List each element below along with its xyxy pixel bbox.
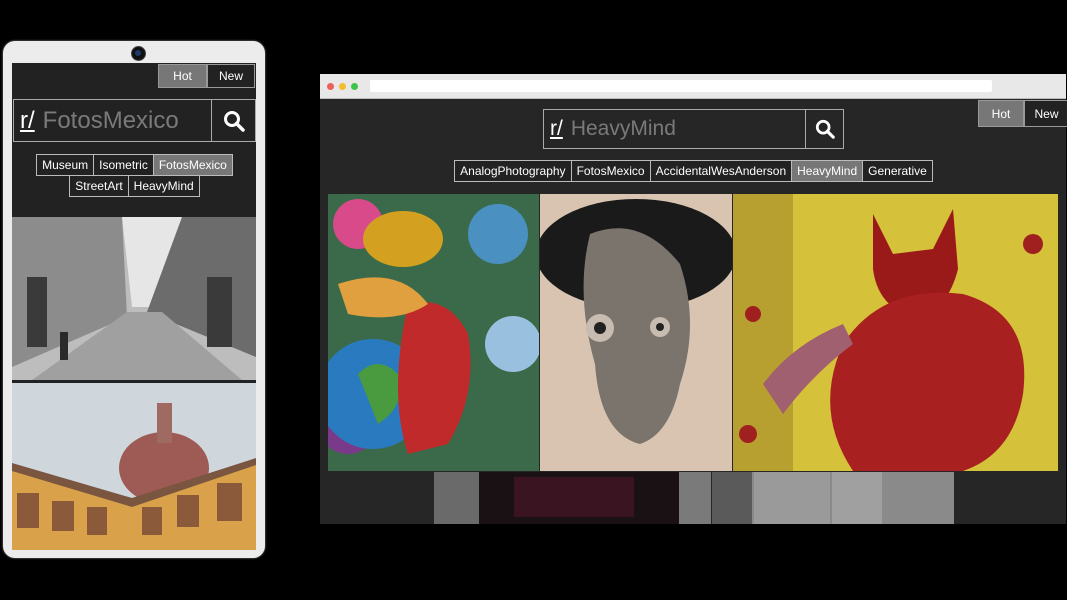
desktop-sort-toggle: Hot New [978,100,1067,127]
photo-cathedral[interactable] [12,383,256,550]
subreddit-prefix: r/ [550,117,563,140]
desktop-search-box: r/ HeavyMind [543,109,844,149]
mobile-chip-heavymind[interactable]: HeavyMind [127,175,200,197]
mobile-chip-fotosmexico[interactable]: FotosMexico [152,154,233,176]
desktop-chip-accidentalwesanderson[interactable]: AccidentalWesAnderson [649,160,793,182]
desktop-search-button[interactable] [806,110,843,148]
browser-window: Hot New r/ HeavyMind AnalogPhotography F… [320,74,1067,524]
subreddit-prefix: r/ [20,106,35,134]
search-icon [223,110,245,132]
mobile-chip-isometric[interactable]: Isometric [93,154,154,176]
photo-street[interactable] [12,217,256,380]
camera-icon [131,46,146,61]
desktop-chip-generative[interactable]: Generative [862,160,933,182]
gallery-image-earth-head[interactable] [328,194,539,471]
mobile-chip-museum[interactable]: Museum [36,154,95,176]
desktop-chip-heavymind[interactable]: HeavyMind [791,160,864,182]
address-bar[interactable] [370,80,992,92]
desktop-search-input[interactable]: r/ HeavyMind [544,110,806,148]
minimize-window-button[interactable] [339,83,346,90]
desktop-hot-button[interactable]: Hot [978,100,1024,127]
mobile-device-frame: Hot New r/ FotosMexico Museum Isometric … [3,41,265,558]
desktop-chip-fotosmexico[interactable]: FotosMexico [570,160,651,182]
mobile-subreddit-chips: Museum Isometric FotosMexico StreetArt H… [20,154,248,197]
desktop-new-button[interactable]: New [1024,100,1067,127]
maximize-window-button[interactable] [351,83,358,90]
mobile-screen: Hot New r/ FotosMexico Museum Isometric … [12,63,256,550]
gallery-image-ink-face[interactable] [540,194,732,471]
gallery-image-dark-texture[interactable] [434,472,711,524]
search-icon [815,119,835,139]
desktop-search-value: HeavyMind [570,117,676,140]
mobile-hot-button[interactable]: Hot [158,64,207,88]
mobile-chip-streetart[interactable]: StreetArt [69,175,129,197]
mobile-search-box: r/ FotosMexico [13,99,256,142]
browser-titlebar [320,74,1066,99]
gallery-image-grey-minimal[interactable] [712,472,954,524]
close-window-button[interactable] [327,83,334,90]
mobile-search-value: FotosMexico [42,106,179,134]
mobile-search-button[interactable] [212,100,255,141]
gallery-image-red-devil[interactable] [733,194,1058,471]
mobile-new-button[interactable]: New [207,64,255,88]
mobile-search-input[interactable]: r/ FotosMexico [14,100,212,141]
desktop-chip-analogphotography[interactable]: AnalogPhotography [454,160,572,182]
mobile-sort-toggle: Hot New [158,64,255,88]
desktop-subreddit-chips: AnalogPhotography FotosMexico Accidental… [420,160,966,182]
